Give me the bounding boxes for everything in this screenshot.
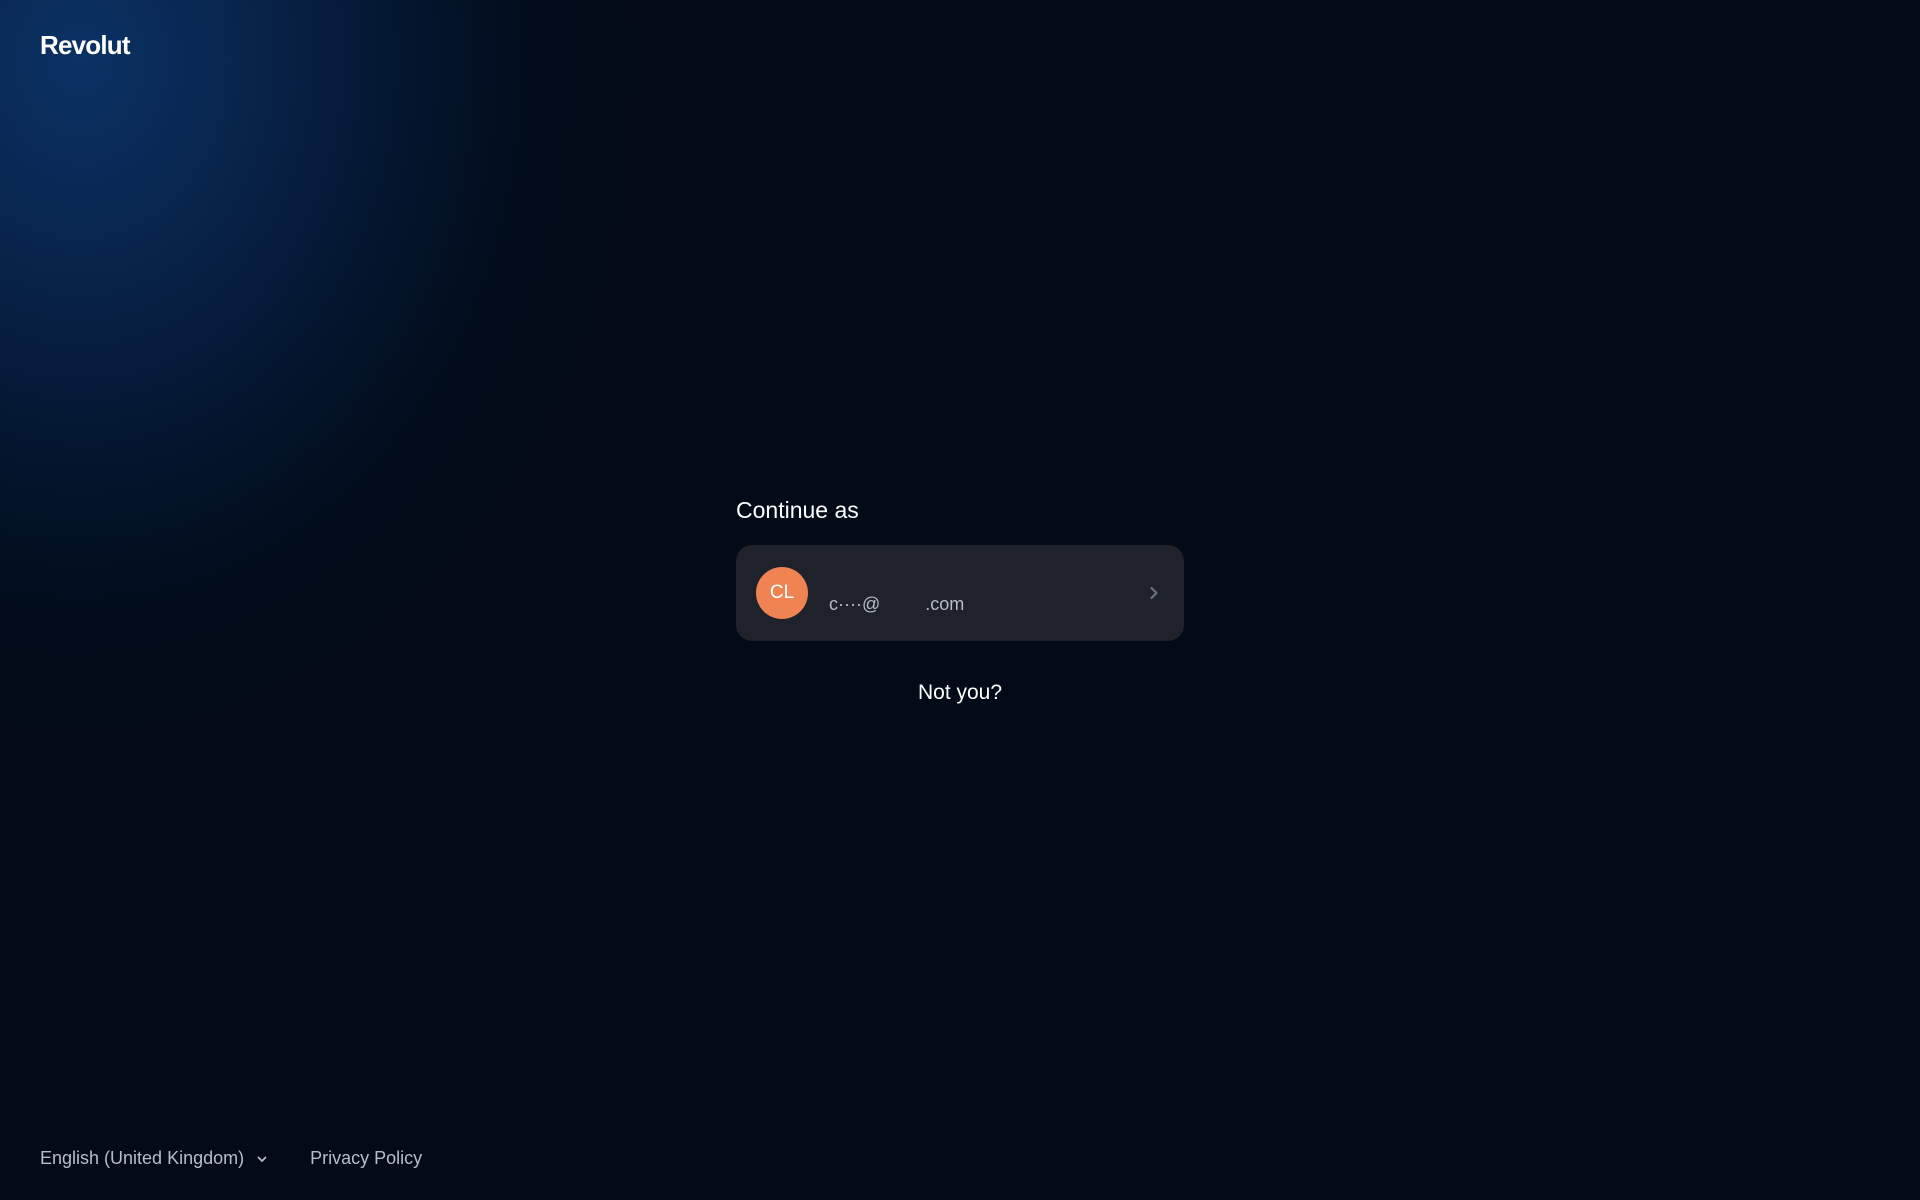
continue-as-panel: Continue as CL c····@ .com Not you? — [736, 495, 1184, 705]
revolut-logo[interactable]: Revolut — [40, 30, 131, 61]
login-page: Revolut Continue as CL c····@ .com Not y… — [0, 0, 1920, 1200]
chevron-down-icon — [256, 1153, 268, 1165]
avatar: CL — [756, 567, 808, 619]
chevron-right-icon — [1144, 583, 1164, 603]
language-selector[interactable]: English (United Kingdom) — [40, 1148, 268, 1169]
footer: English (United Kingdom) Privacy Policy — [40, 1148, 422, 1169]
not-you-link[interactable]: Not you? — [736, 681, 1184, 705]
page-title: Continue as — [736, 497, 859, 523]
account-email: c····@ .com — [829, 594, 965, 614]
privacy-policy-link[interactable]: Privacy Policy — [310, 1148, 422, 1169]
saved-account-button[interactable]: CL c····@ .com — [736, 545, 1184, 641]
language-label: English (United Kingdom) — [40, 1148, 245, 1168]
